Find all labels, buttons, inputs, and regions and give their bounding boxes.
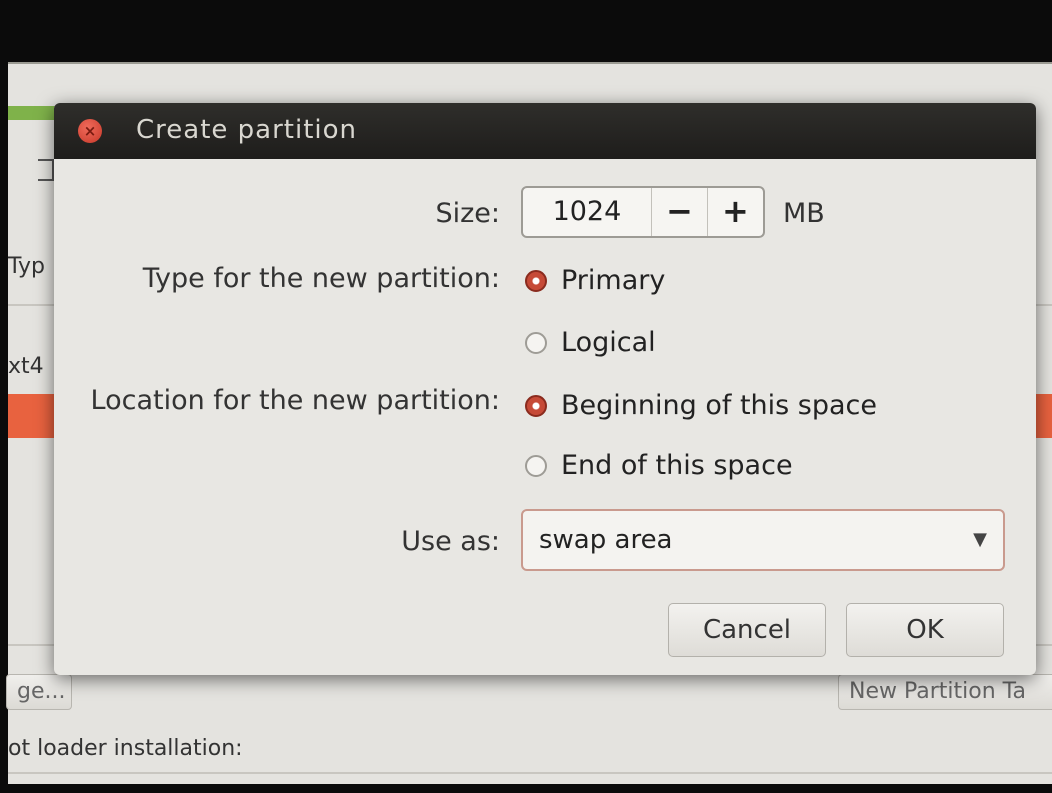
dialog-titlebar: × Create partition [54,103,1036,159]
divider [8,772,1052,774]
size-value[interactable]: 1024 [523,188,651,236]
radio-beginning-label: Beginning of this space [561,390,877,421]
radio-selected-icon[interactable] [525,269,547,292]
radio-primary[interactable]: Primary [525,265,665,296]
radio-unselected-icon[interactable] [525,331,547,354]
dialog-title: Create partition [136,115,358,145]
radio-logical-label: Logical [561,327,656,358]
radio-primary-label: Primary [561,265,666,296]
size-unit: MB [783,198,825,229]
radio-selected-icon[interactable] [525,394,547,417]
use-as-value: swap area [539,525,673,555]
size-label: Size: [435,198,500,229]
background-checkbox[interactable] [38,159,54,181]
radio-end[interactable]: End of this space [525,450,793,481]
radio-beginning[interactable]: Beginning of this space [525,390,877,421]
ok-button[interactable]: OK [846,603,1004,657]
use-as-select[interactable]: swap area ▼ [521,509,1005,571]
filesystem-cell: xt4 [8,354,44,379]
decrement-button[interactable]: − [650,188,707,236]
new-partition-table-button[interactable]: New Partition Ta [838,674,1052,710]
bootloader-label: ot loader installation: [8,736,243,761]
create-partition-dialog: × Create partition Size: 1024 − + MB Typ… [54,103,1036,675]
size-spinbox[interactable]: 1024 − + [521,186,765,238]
dropdown-arrow-icon[interactable]: ▼ [973,529,987,550]
radio-logical[interactable]: Logical [525,327,656,358]
type-column-header: Typ [8,254,45,279]
location-label: Location for the new partition: [90,385,500,416]
close-icon[interactable]: × [78,119,102,143]
radio-end-label: End of this space [561,450,793,481]
use-as-label: Use as: [401,526,500,557]
change-button[interactable]: ge... [6,674,72,710]
radio-unselected-icon[interactable] [525,454,547,477]
increment-button[interactable]: + [706,188,763,236]
partition-type-label: Type for the new partition: [142,263,500,294]
cancel-button[interactable]: Cancel [668,603,826,657]
